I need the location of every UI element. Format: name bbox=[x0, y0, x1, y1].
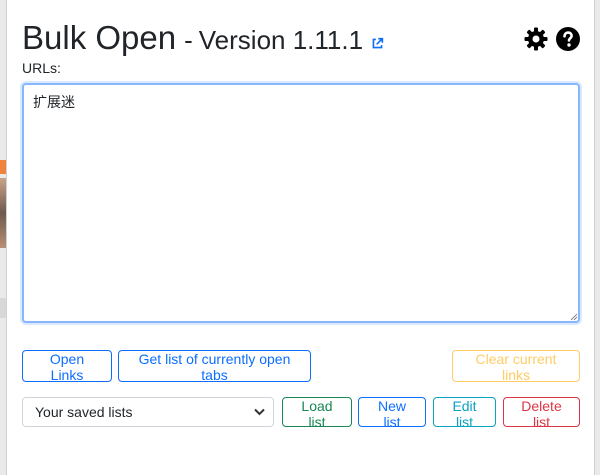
version-label: Version 1.11.1 bbox=[198, 25, 364, 55]
resize-grip-icon[interactable] bbox=[568, 311, 578, 321]
app-title: Bulk Open bbox=[22, 19, 177, 56]
header-icons bbox=[524, 27, 580, 51]
urls-label: URLs: bbox=[22, 60, 61, 76]
saved-lists-select[interactable]: Your saved lists bbox=[22, 397, 274, 427]
edit-list-button[interactable]: Edit list bbox=[433, 397, 496, 430]
title-separator: - bbox=[184, 25, 193, 55]
external-link-icon[interactable] bbox=[371, 37, 385, 51]
question-circle-icon[interactable] bbox=[556, 27, 580, 51]
new-list-button[interactable]: New list bbox=[358, 397, 426, 430]
saved-lists-select-value: Your saved lists bbox=[35, 404, 133, 420]
chevron-down-icon bbox=[254, 408, 265, 416]
load-list-button[interactable]: Load list bbox=[282, 397, 352, 430]
extension-popup: Bulk Open - Version 1.11.1 URLs: 扩展迷 Ope… bbox=[6, 0, 595, 475]
popup-header: Bulk Open - Version 1.11.1 bbox=[22, 18, 385, 58]
gear-icon[interactable] bbox=[524, 27, 548, 51]
urls-textarea[interactable]: 扩展迷 bbox=[22, 83, 580, 323]
get-open-tabs-button[interactable]: Get list of currently open tabs bbox=[118, 350, 311, 383]
delete-list-button[interactable]: Delete list bbox=[503, 397, 580, 430]
clear-links-button[interactable]: Clear current links bbox=[452, 350, 580, 383]
open-links-button[interactable]: Open Links bbox=[22, 350, 112, 383]
